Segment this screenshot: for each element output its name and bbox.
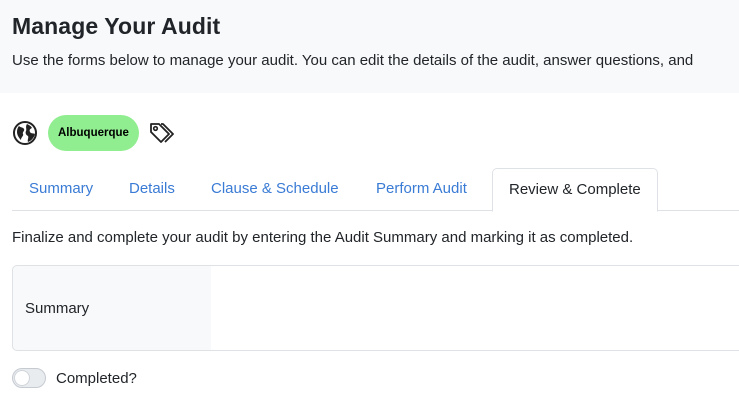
summary-input-group: Summary [12,265,739,351]
tab-details[interactable]: Details [129,168,175,210]
tags-icon[interactable] [148,120,174,146]
page-title: Manage Your Audit [12,13,221,39]
location-badge[interactable]: Albuquerque [48,115,139,151]
summary-label-box: Summary [12,265,212,351]
audit-meta-row: Albuquerque [12,115,174,151]
summary-textarea[interactable] [211,265,739,351]
review-instructions: Finalize and complete your audit by ente… [12,229,634,246]
completed-label[interactable]: Completed? [56,370,137,387]
completed-toggle-row: Completed? [12,367,137,389]
page-description: Use the forms below to manage your audit… [12,52,694,69]
tab-summary[interactable]: Summary [29,168,93,210]
toggle-knob [15,371,29,385]
globe-icon [12,120,38,146]
audit-tabs: Summary Details Clause & Schedule Perfor… [12,168,739,212]
summary-label: Summary [25,300,90,317]
tab-review-complete[interactable]: Review & Complete [492,168,658,212]
completed-toggle[interactable] [12,368,46,388]
tab-perform-audit[interactable]: Perform Audit [376,168,467,210]
page-header: Manage Your Audit Use the forms below to… [0,0,739,93]
tab-clause-schedule[interactable]: Clause & Schedule [211,168,339,210]
